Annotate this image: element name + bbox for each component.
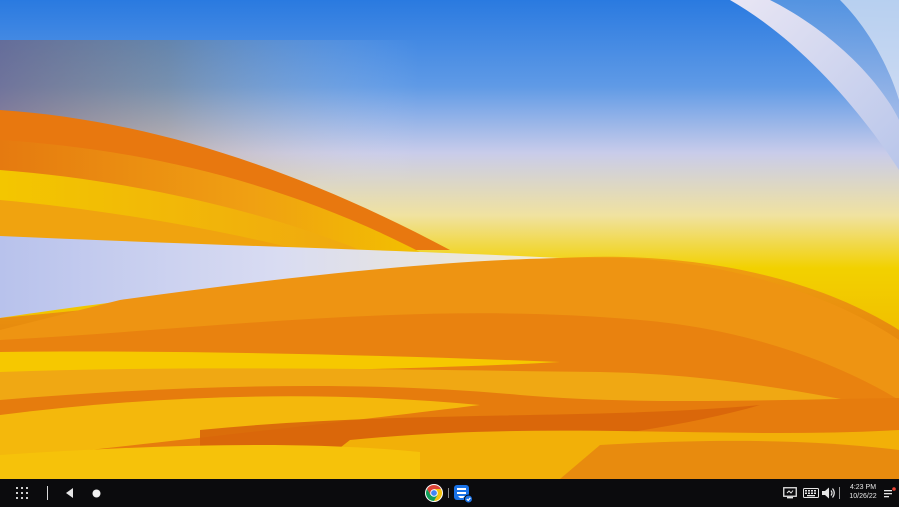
screen-capture-icon — [783, 487, 797, 499]
clock-time: 4:23 PM — [849, 484, 877, 491]
screen-capture-button[interactable] — [780, 479, 800, 507]
shelf-divider — [47, 486, 48, 500]
app-icon — [454, 485, 473, 504]
chrome-icon — [425, 484, 443, 502]
clock-date: 10/26/22 — [849, 493, 877, 500]
back-arrow-icon — [66, 488, 73, 498]
shelf: 4:23 PM 10/26/22 — [0, 479, 899, 507]
pinned-app-button[interactable] — [451, 479, 475, 507]
chrome-app-button[interactable] — [422, 479, 446, 507]
app-divider — [448, 488, 449, 498]
status-clock[interactable]: 4:23 PM 10/26/22 — [842, 483, 884, 505]
launcher-grid-icon — [16, 487, 28, 499]
keyboard-button[interactable] — [801, 479, 821, 507]
home-button[interactable] — [86, 479, 106, 507]
volume-button[interactable] — [820, 479, 838, 507]
home-dot-icon — [92, 489, 100, 497]
desktop-wallpaper — [0, 0, 899, 479]
notification-button[interactable] — [882, 479, 898, 507]
keyboard-icon — [803, 488, 819, 498]
volume-icon — [822, 487, 835, 499]
tray-divider — [839, 487, 840, 499]
back-button[interactable] — [60, 479, 80, 507]
desktop-screen: 4:23 PM 10/26/22 — [0, 0, 899, 507]
launcher-button[interactable] — [10, 479, 36, 507]
notification-icon — [884, 487, 896, 498]
